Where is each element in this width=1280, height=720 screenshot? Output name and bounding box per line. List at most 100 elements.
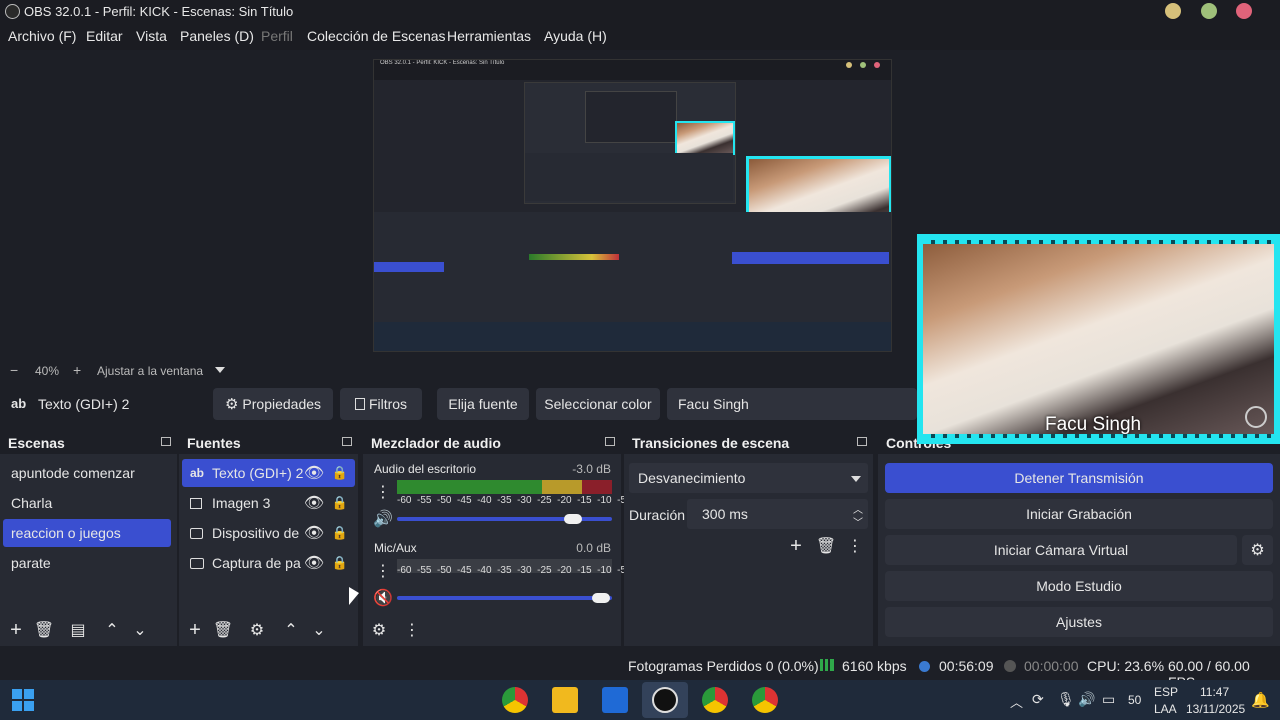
- mic-volume-thumb[interactable]: [592, 593, 610, 603]
- clock-time[interactable]: 11:47: [1200, 685, 1229, 699]
- zoom-dropdown-icon[interactable]: [215, 367, 225, 373]
- mixer-settings-icon[interactable]: ⚙: [369, 620, 389, 640]
- menu-archivo[interactable]: Archivo (F): [8, 28, 76, 44]
- add-source-icon[interactable]: +: [185, 619, 205, 641]
- lock-icon[interactable]: 🔒: [330, 493, 350, 513]
- maximize-button[interactable]: [1201, 3, 1217, 19]
- mic-icon[interactable]: 🎙: [1057, 691, 1075, 708]
- move-up-icon[interactable]: ⌃: [102, 620, 122, 640]
- stepper-down-icon[interactable]: ﹀: [853, 514, 863, 529]
- scene-item-selected[interactable]: reaccion o juegos: [3, 519, 171, 547]
- context-source-name: Texto (GDI+) 2: [38, 396, 130, 412]
- menu-perfil[interactable]: Perfil: [261, 28, 293, 44]
- duration-value: 300 ms: [702, 506, 748, 522]
- undock-icon[interactable]: [605, 437, 615, 446]
- start-recording-button[interactable]: Iniciar Grabación: [885, 499, 1273, 529]
- chrome-icon[interactable]: [502, 687, 528, 713]
- move-down-icon[interactable]: ⌄: [130, 620, 150, 640]
- eye-icon[interactable]: 👁: [304, 553, 324, 573]
- nested-close-dot: [874, 62, 880, 68]
- filters-icon: [354, 398, 365, 410]
- more-vertical-icon[interactable]: ⋮: [845, 536, 865, 556]
- select-color-button[interactable]: Seleccionar color: [536, 388, 660, 420]
- add-scene-icon[interactable]: +: [6, 619, 26, 641]
- remove-transition-icon[interactable]: 🗑: [816, 536, 836, 556]
- speaker-icon[interactable]: 🔊: [373, 509, 393, 529]
- menu-editar[interactable]: Editar: [86, 28, 123, 44]
- more-vertical-icon[interactable]: ⋮: [373, 482, 393, 502]
- chrome-profile-icon[interactable]: [752, 687, 778, 713]
- scene-filters-icon[interactable]: ▤: [68, 620, 88, 640]
- source-settings-icon[interactable]: ⚙: [247, 620, 267, 640]
- minimize-button[interactable]: [1165, 3, 1181, 19]
- start-virtual-camera-button[interactable]: Iniciar Cámara Virtual: [885, 535, 1237, 565]
- app-icon[interactable]: [602, 687, 628, 713]
- properties-button[interactable]: ⚙ Propiedades: [213, 388, 333, 420]
- nested-inner-capture: [585, 91, 677, 143]
- zoom-out-button[interactable]: −: [10, 362, 18, 378]
- lock-icon[interactable]: 🔒: [330, 463, 350, 483]
- volume-level: 50: [1128, 693, 1142, 707]
- scene-item[interactable]: Charla: [3, 489, 171, 517]
- fit-window-label[interactable]: Ajustar a la ventana: [97, 364, 203, 378]
- menu-ayuda[interactable]: Ayuda (H): [544, 28, 607, 44]
- nested-max-dot: [860, 62, 866, 68]
- undock-icon[interactable]: [161, 437, 171, 446]
- duration-input[interactable]: 300 ms ︿ ﹀: [687, 499, 868, 529]
- zoom-value: 40%: [35, 364, 60, 378]
- display-icon[interactable]: ▭: [1102, 691, 1115, 708]
- lang-top[interactable]: ESP: [1154, 685, 1178, 699]
- notification-bell-icon[interactable]: 🔔: [1251, 691, 1270, 709]
- scene-item[interactable]: apuntode comenzar: [3, 459, 171, 487]
- channel-name: Audio del escritorio: [374, 462, 477, 476]
- settings-button[interactable]: Ajustes: [885, 607, 1273, 637]
- zoom-in-button[interactable]: +: [73, 362, 81, 378]
- file-explorer-icon[interactable]: [552, 687, 578, 713]
- close-button[interactable]: [1236, 3, 1252, 19]
- stop-streaming-button[interactable]: Detener Transmisión: [885, 463, 1273, 493]
- move-down-icon[interactable]: ⌄: [309, 620, 329, 640]
- network-icon[interactable]: ⟳: [1032, 691, 1044, 708]
- menu-paneles[interactable]: Paneles (D): [180, 28, 254, 44]
- transition-select[interactable]: Desvanecimiento: [629, 463, 868, 493]
- studio-mode-button[interactable]: Modo Estudio: [885, 571, 1273, 601]
- undock-icon[interactable]: [342, 437, 352, 446]
- chevron-up-icon[interactable]: ︿: [1010, 692, 1023, 711]
- chevron-down-icon: [851, 476, 861, 482]
- scene-item[interactable]: parate: [3, 549, 171, 577]
- scenes-header: Escenas: [0, 432, 177, 454]
- lock-icon[interactable]: 🔒: [330, 523, 350, 543]
- meter-red: [582, 480, 612, 494]
- volume-icon[interactable]: 🔊: [1078, 691, 1095, 708]
- menu-vista[interactable]: Vista: [136, 28, 167, 44]
- remove-scene-icon[interactable]: 🗑: [34, 620, 54, 640]
- text-value-field[interactable]: Facu Singh: [667, 388, 917, 420]
- meter-yellow: [542, 480, 582, 494]
- virtual-camera-settings-gear-icon[interactable]: ⚙: [1242, 535, 1273, 565]
- choose-font-button[interactable]: Elija fuente: [437, 388, 529, 420]
- move-up-icon[interactable]: ⌃: [281, 620, 301, 640]
- audio-mixer-dock: Mezclador de audio Audio del escritorio …: [363, 432, 637, 646]
- dropped-frames: Fotogramas Perdidos 0 (0.0%): [628, 658, 819, 674]
- menu-coleccion-escenas[interactable]: Colección de Escenas: [307, 28, 446, 44]
- filters-button[interactable]: Filtros: [340, 388, 422, 420]
- nested-inner-preview: [524, 82, 736, 204]
- obs-taskbar-icon[interactable]: [652, 687, 678, 713]
- undock-icon[interactable]: [857, 437, 867, 446]
- menu-herramientas[interactable]: Herramientas: [447, 28, 531, 44]
- lock-icon[interactable]: 🔒: [330, 553, 350, 573]
- muted-mic-icon[interactable]: 🔇: [373, 588, 393, 608]
- more-vertical-icon[interactable]: ⋮: [402, 620, 422, 640]
- more-vertical-icon[interactable]: ⋮: [373, 561, 393, 581]
- eye-icon[interactable]: 👁: [304, 463, 324, 483]
- mic-volume-slider[interactable]: [397, 596, 612, 600]
- chrome-profile-icon[interactable]: [702, 687, 728, 713]
- eye-icon[interactable]: 👁: [304, 493, 324, 513]
- remove-source-icon[interactable]: 🗑: [213, 620, 233, 640]
- desktop-volume-thumb[interactable]: [564, 514, 582, 524]
- eye-icon[interactable]: 👁: [304, 523, 324, 543]
- lang-bottom[interactable]: LAA: [1154, 702, 1177, 716]
- clock-date[interactable]: 13/11/2025: [1186, 702, 1245, 716]
- add-transition-icon[interactable]: +: [786, 535, 806, 557]
- meter-scale: -60 -55 -50 -45 -40 -35 -30 -25 -20 -15 …: [397, 495, 637, 506]
